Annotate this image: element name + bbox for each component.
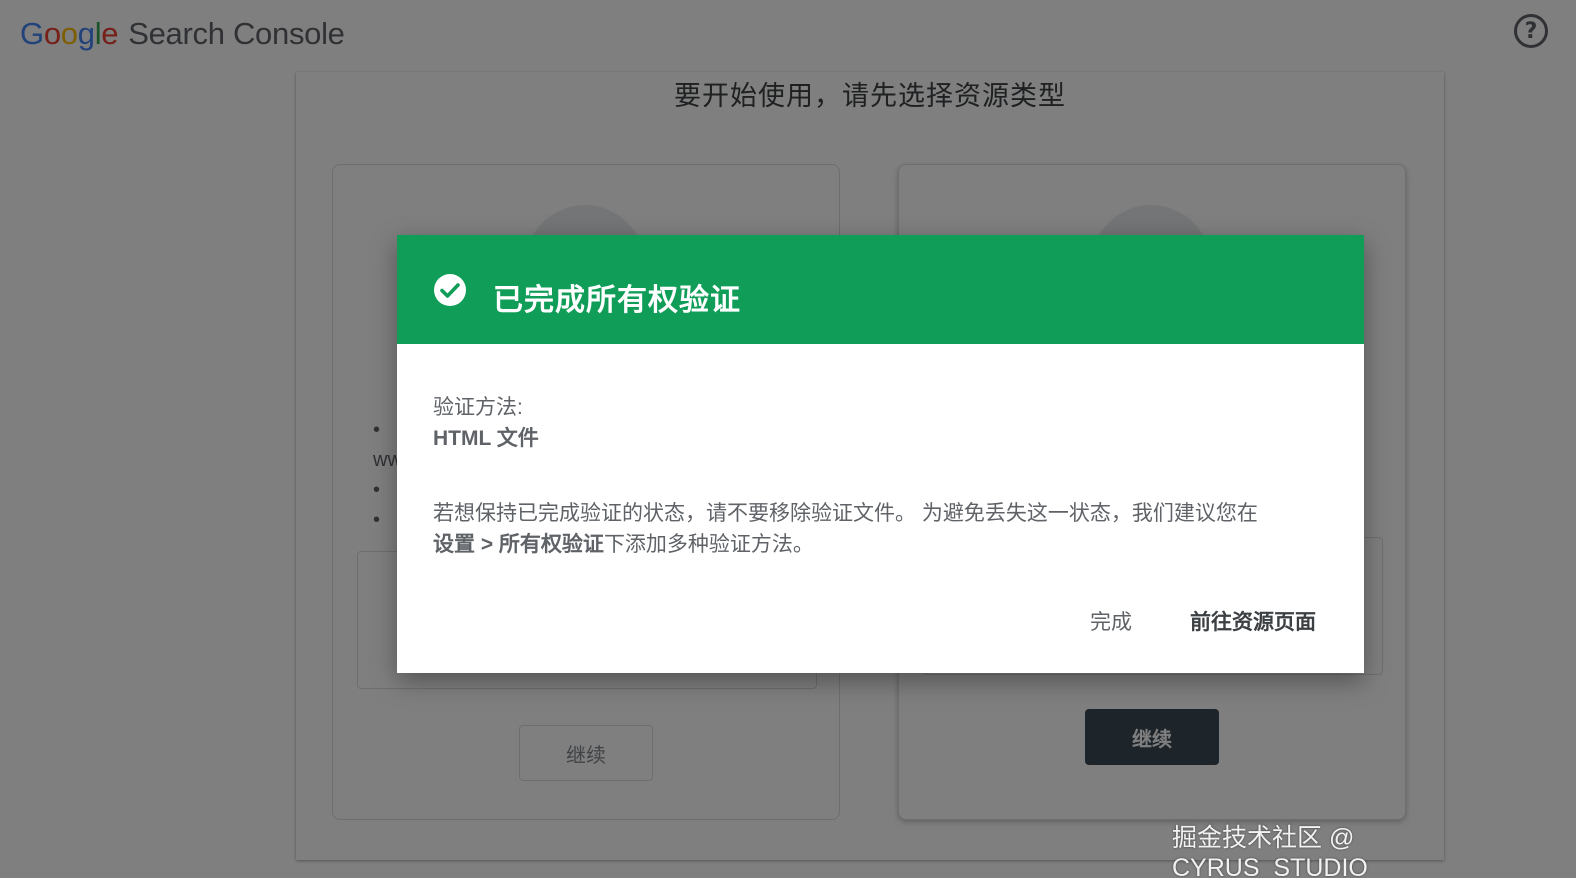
go-to-property-button[interactable]: 前往资源页面 [1173,599,1333,643]
message-text: 若想保持已完成验证的状态，请不要移除验证文件。 为避免丢失这一状态，我们建议您在 [433,502,1258,525]
verification-success-dialog: 已完成所有权验证 验证方法: HTML 文件 若想保持已完成验证的状态，请不要移… [397,235,1364,673]
dialog-message: 若想保持已完成验证的状态，请不要移除验证文件。 为避免丢失这一状态，我们建议您在… [433,498,1333,560]
verification-method-label: 验证方法: [433,396,523,419]
message-text: 下添加多种验证方法。 [603,533,814,556]
check-circle-icon [434,274,466,306]
dialog-title: 已完成所有权验证 [493,283,741,318]
dialog-header: 已完成所有权验证 [397,235,1364,344]
settings-path: 设置 > 所有权验证 [433,533,604,556]
verification-method-value: HTML 文件 [433,427,539,450]
done-button[interactable]: 完成 [1071,599,1151,643]
watermark: 掘金技术社区 @ CYRUS_STUDIO [1172,824,1368,878]
